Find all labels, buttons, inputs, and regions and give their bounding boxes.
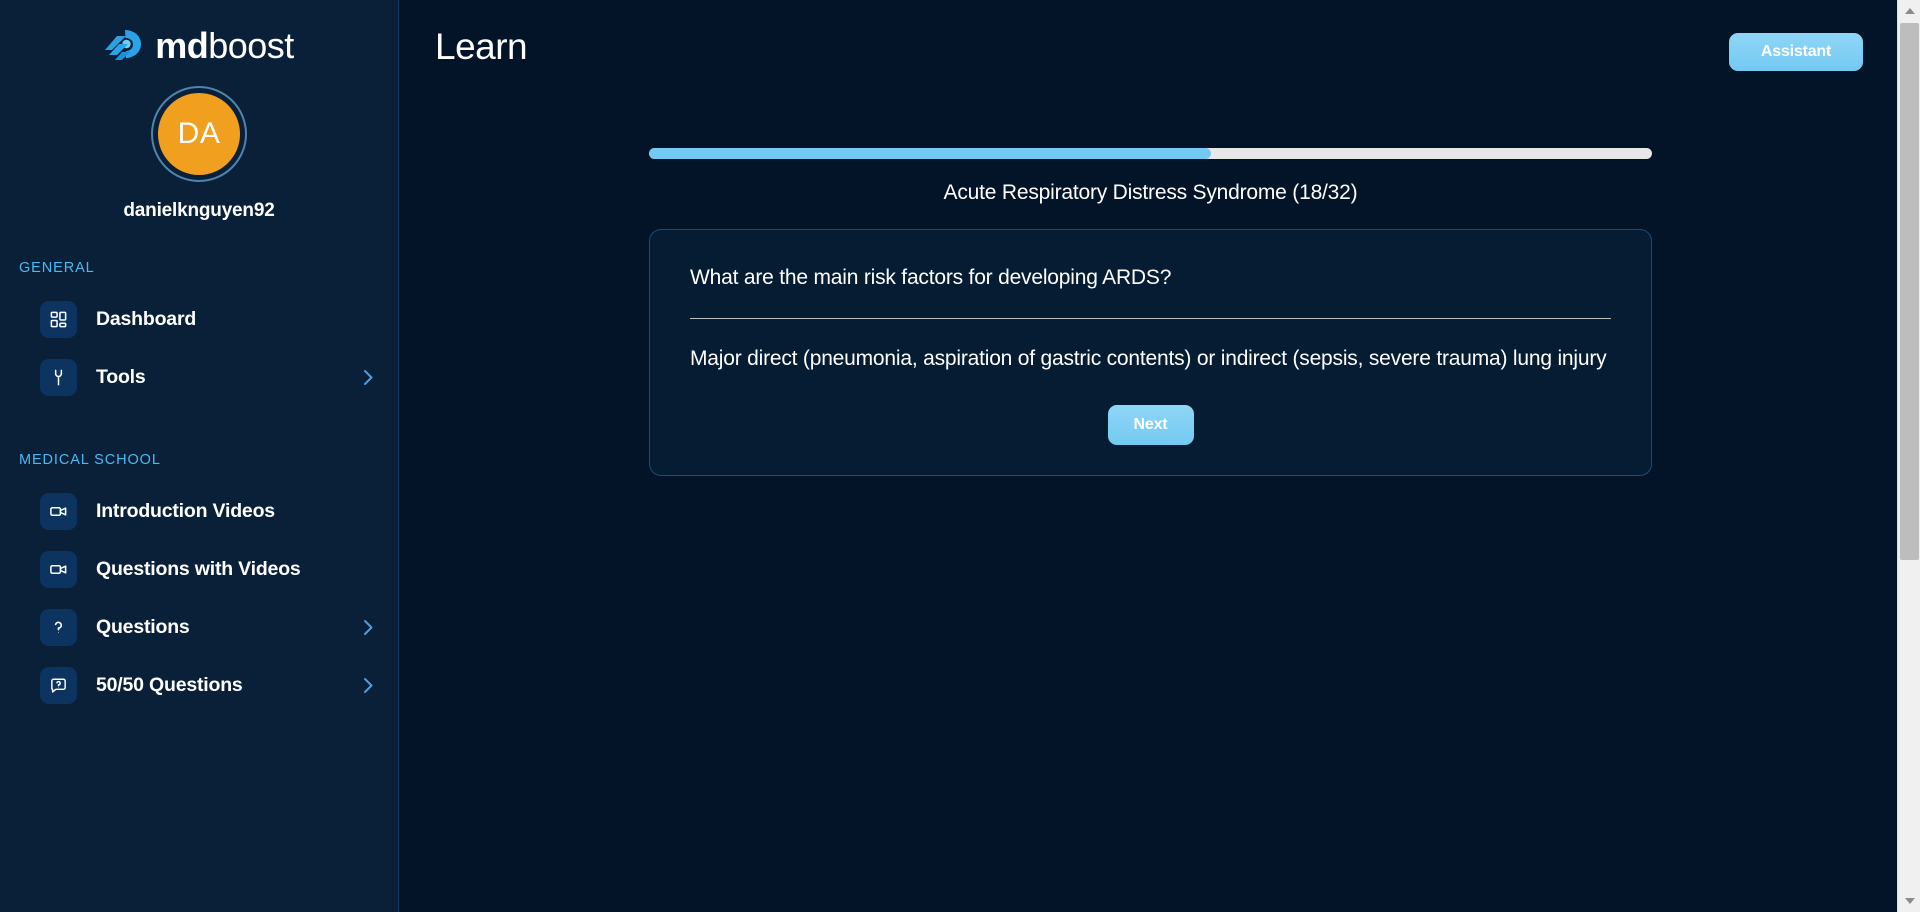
sidebar-item-tools[interactable]: Tools [0,348,398,406]
sidebar-item-introduction-videos[interactable]: Introduction Videos [0,482,398,540]
answer-text: Major direct (pneumonia, aspiration of g… [690,347,1607,371]
scroll-down-arrow-icon[interactable] [1898,890,1920,912]
scroll-up-arrow-icon[interactable] [1898,0,1920,22]
page-scrollbar[interactable] [1897,0,1920,912]
chevron-right-icon[interactable] [363,677,374,694]
message-question-icon [40,666,77,704]
logo-wordmark: mdboost [155,28,294,64]
grid-dashboard-icon [40,300,77,338]
sidebar-item-label-questions-with-videos: Questions with Videos [96,557,301,580]
sidebar-item-5050-questions[interactable]: 50/50 Questions [0,656,398,714]
app-logo[interactable]: mdboost [0,0,398,64]
avatar-initials: DA [158,93,240,175]
main-content: Learn Assistant Acute Respiratory Distre… [399,0,1920,912]
nav-section-label-general: GENERAL [19,260,95,276]
sidebar-item-questions-with-videos[interactable]: Questions with Videos [0,540,398,598]
logo-md-text: md [155,25,209,66]
question-answer-card: What are the main risk factors for devel… [649,229,1652,476]
quiz-progress-bar [649,148,1652,159]
quiz-panel: Acute Respiratory Distress Syndrome (18/… [649,148,1652,476]
chevron-right-icon[interactable] [363,369,374,386]
sidebar-item-label-5050-questions: 50/50 Questions [96,673,243,696]
question-mark-icon [40,608,77,646]
next-button[interactable]: Next [1107,404,1194,445]
logo-boost-text: boost [208,25,294,66]
video-camera-icon [40,550,77,588]
mdboost-rocket-mark-icon [105,30,142,60]
quiz-progress-fill [649,148,1211,159]
avatar[interactable]: DA [151,86,247,182]
user-profile-block: DA danielknguyen92 [0,86,398,222]
sidebar-item-questions[interactable]: Questions [0,598,398,656]
sidebar: mdboost DA danielknguyen92 GENERAL Dashb… [0,0,399,912]
chevron-right-icon[interactable] [363,619,374,636]
card-actions: Next [690,404,1611,445]
nav-list-general: Dashboard Tools [0,290,398,406]
question-text: What are the main risk factors for devel… [690,266,1172,289]
nav-list-medical-school: Introduction Videos Questions with Video… [0,482,398,714]
wrench-icon [40,358,77,396]
sidebar-item-dashboard[interactable]: Dashboard [0,290,398,348]
sidebar-item-label-dashboard: Dashboard [96,307,197,330]
username-label: danielknguyen92 [123,200,275,221]
scrollbar-thumb[interactable] [1900,23,1919,560]
nav-section-label-medical-school: MEDICAL SCHOOL [19,452,161,468]
sidebar-item-label-introduction-videos: Introduction Videos [96,499,275,522]
quiz-deck-title: Acute Respiratory Distress Syndrome (18/… [943,181,1358,204]
app-root: mdboost DA danielknguyen92 GENERAL Dashb… [0,0,1920,912]
card-divider [690,318,1611,320]
sidebar-item-label-questions: Questions [96,615,190,638]
sidebar-item-label-tools: Tools [96,365,146,388]
video-camera-icon [40,492,77,530]
content-column: Acute Respiratory Distress Syndrome (18/… [399,0,1920,912]
